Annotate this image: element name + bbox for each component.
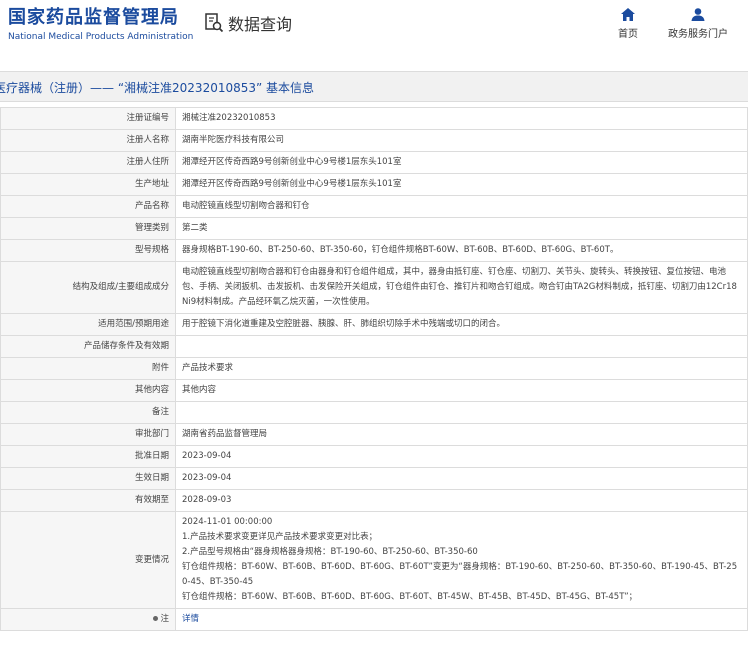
change-value: 2024-11-01 00:00:00 1.产品技术要求变更详见产品技术要求变更对… bbox=[175, 511, 748, 609]
row-value: 产品技术要求 bbox=[175, 357, 748, 380]
nav-service-portal[interactable]: 政务服务门户 bbox=[668, 8, 728, 40]
change-line: 1.产品技术要求变更详见产品技术要求变更对比表； bbox=[182, 532, 378, 542]
change-line: 2024-11-01 00:00:00 bbox=[182, 517, 273, 527]
row-label: 产品储存条件及有效期 bbox=[0, 335, 176, 358]
row-label: 型号规格 bbox=[0, 239, 176, 262]
row-label: 注册证编号 bbox=[0, 107, 176, 130]
row-value: 第二类 bbox=[175, 217, 748, 240]
row-value: 湖南半陀医疗科技有限公司 bbox=[175, 129, 748, 152]
nav-home-label: 首页 bbox=[618, 29, 638, 40]
table-row: 批准日期 2023-09-04 bbox=[0, 445, 748, 468]
change-label: 变更情况 bbox=[0, 511, 176, 609]
row-value bbox=[175, 335, 748, 358]
details-link[interactable]: 详情 bbox=[182, 614, 199, 624]
row-label: 有效期至 bbox=[0, 489, 176, 512]
breadcrumb-bar: 医疗器械（注册）—— “湘械注准20232010853” 基本信息 bbox=[0, 71, 748, 102]
row-label: 注册人住所 bbox=[0, 151, 176, 174]
row-label: 附件 bbox=[0, 357, 176, 380]
row-label: 适用范围/预期用途 bbox=[0, 313, 176, 336]
row-value: 2028-09-03 bbox=[175, 489, 748, 512]
table-row: 管理类别 第二类 bbox=[0, 217, 748, 240]
row-value bbox=[175, 401, 748, 424]
breadcrumb: 医疗器械（注册）—— “湘械注准20232010853” 基本信息 bbox=[0, 81, 315, 95]
table-row: 结构及组成/主要组成成分 电动腔镜直线型切割吻合器和钉仓由器身和钉仓组件组成，其中… bbox=[0, 261, 748, 314]
user-icon bbox=[691, 8, 705, 21]
row-label: 产品名称 bbox=[0, 195, 176, 218]
row-value: 2023-09-04 bbox=[175, 445, 748, 468]
table-row: 其他内容 其他内容 bbox=[0, 379, 748, 402]
row-label: 生产地址 bbox=[0, 173, 176, 196]
table-row: 注册证编号 湘械注准20232010853 bbox=[0, 107, 748, 130]
row-label: 结构及组成/主要组成成分 bbox=[0, 261, 176, 314]
table-row: 有效期至 2028-09-03 bbox=[0, 489, 748, 512]
row-value: 其他内容 bbox=[175, 379, 748, 402]
change-line: 钉仓组件规格：BT-60W、BT-60B、BT-60D、BT-60G、BT-60… bbox=[182, 592, 638, 602]
row-label: 生效日期 bbox=[0, 467, 176, 490]
change-line: 钉仓组件规格：BT-60W、BT-60B、BT-60D、BT-60G、BT-60… bbox=[182, 562, 738, 587]
row-label: 注册人名称 bbox=[0, 129, 176, 152]
table-row: 适用范围/预期用途 用于腔镜下消化道重建及空腔脏器、胰腺、肝、肺组织切除手术中残端… bbox=[0, 313, 748, 336]
table-row-note: 注 详情 bbox=[0, 608, 748, 631]
row-value: 2023-09-04 bbox=[175, 467, 748, 490]
row-value: 电动腔镜直线型切割吻合器和钉仓 bbox=[175, 195, 748, 218]
note-label: 注 bbox=[160, 614, 169, 624]
note-label-cell: 注 bbox=[0, 608, 176, 631]
row-label: 备注 bbox=[0, 401, 176, 424]
row-value: 湘潭经开区传奇西路9号创新创业中心9号楼1层东头101室 bbox=[175, 151, 748, 174]
data-query-label: 数据查询 bbox=[228, 15, 293, 34]
home-icon bbox=[621, 8, 635, 21]
row-label: 审批部门 bbox=[0, 423, 176, 446]
table-row: 附件 产品技术要求 bbox=[0, 357, 748, 380]
table-row: 产品名称 电动腔镜直线型切割吻合器和钉仓 bbox=[0, 195, 748, 218]
search-document-icon bbox=[205, 13, 224, 33]
nav-service-label: 政务服务门户 bbox=[668, 29, 728, 40]
table-row: 注册人名称 湖南半陀医疗科技有限公司 bbox=[0, 129, 748, 152]
site-header: 国家药品监督管理局 National Medical Products Admi… bbox=[0, 0, 748, 56]
row-value: 湖南省药品监督管理局 bbox=[175, 423, 748, 446]
row-value: 用于腔镜下消化道重建及空腔脏器、胰腺、肝、肺组织切除手术中残端或切口的闭合。 bbox=[175, 313, 748, 336]
row-value: 湘械注准20232010853 bbox=[175, 107, 748, 130]
detail-table: 注册证编号 湘械注准20232010853 注册人名称 湖南半陀医疗科技有限公司 注册人… bbox=[0, 107, 748, 631]
change-line: 2.产品型号规格由“器身规格器身规格：BT-190-60、BT-250-60、B… bbox=[182, 547, 478, 557]
table-row-change: 变更情况 2024-11-01 00:00:00 1.产品技术要求变更详见产品技术要… bbox=[0, 511, 748, 609]
row-label: 其他内容 bbox=[0, 379, 176, 402]
row-value: 湘潭经开区传奇西路9号创新创业中心9号楼1层东头101室 bbox=[175, 173, 748, 196]
nav-home[interactable]: 首页 bbox=[618, 8, 638, 40]
bullet-icon bbox=[153, 616, 159, 621]
site-logo[interactable]: 国家药品监督管理局 National Medical Products Admi… bbox=[8, 7, 193, 42]
logo-english: National Medical Products Administration bbox=[8, 32, 194, 42]
table-row: 生效日期 2023-09-04 bbox=[0, 467, 748, 490]
table-row: 型号规格 器身规格BT-190-60、BT-250-60、BT-350-60，钉仓… bbox=[0, 239, 748, 262]
table-row: 审批部门 湖南省药品监督管理局 bbox=[0, 423, 748, 446]
row-label: 批准日期 bbox=[0, 445, 176, 468]
table-row: 产品储存条件及有效期 bbox=[0, 335, 748, 358]
data-query-title: 数据查询 bbox=[204, 11, 292, 35]
row-value: 器身规格BT-190-60、BT-250-60、BT-350-60，钉仓组件规格… bbox=[175, 239, 748, 262]
row-value: 电动腔镜直线型切割吻合器和钉仓由器身和钉仓组件组成，其中，器身由抵钉座、钉仓座、… bbox=[175, 261, 748, 314]
table-row: 注册人住所 湘潭经开区传奇西路9号创新创业中心9号楼1层东头101室 bbox=[0, 151, 748, 174]
logo-chinese: 国家药品监督管理局 bbox=[8, 7, 179, 28]
row-label: 管理类别 bbox=[0, 217, 176, 240]
note-value-cell: 详情 bbox=[175, 608, 748, 631]
table-row: 备注 bbox=[0, 401, 748, 424]
table-row: 生产地址 湘潭经开区传奇西路9号创新创业中心9号楼1层东头101室 bbox=[0, 173, 748, 196]
